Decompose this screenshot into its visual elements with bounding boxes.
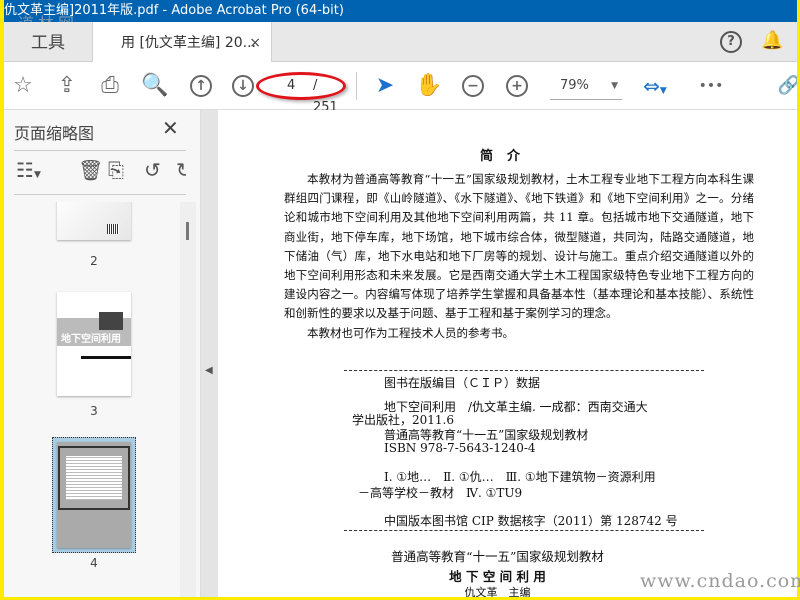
dashed-rule [344,370,704,371]
thumbnail-label: 3 [90,404,98,418]
print-icon[interactable]: ⎙ [95,72,125,100]
title-bar: 仇文革主编]2011年版.pdf - Adobe Acrobat Pro (64… [4,0,797,22]
zoom-in-icon[interactable]: + [506,75,528,97]
thumbnail-label: 2 [90,254,98,268]
panel-title: 页面缩略图 [14,124,95,143]
close-tab-icon[interactable]: × [249,22,261,64]
toolbar-divider [356,72,357,100]
cover-photo [99,312,123,330]
intro-text: 本教材为普通高等教育“十一五”国家级规划教材，土木工程专业地下工程方向本科生课群… [284,170,754,343]
notification-bell-icon[interactable]: 🔔 [761,30,783,51]
previous-page-icon[interactable]: ↑ [190,75,212,97]
link-icon[interactable]: 🔗 [774,72,797,100]
next-page-icon[interactable]: ↓ [232,75,254,97]
document-page: 简介 本教材为普通高等教育“十一五”国家级规划教材，土木工程专业地下工程方向本科… [218,110,797,597]
thumbnail-scrollbar[interactable] [180,202,196,597]
toolbar: ☆ ⇪ ⎙ 🔍 ↑ ↓ 4 / 251 ➤ ✋ − + 79% ▼ ⇔▼ •••… [4,62,797,115]
thumbnail-page-4-selected[interactable] [57,442,131,548]
paragraph: 本教材也可作为工程技术人员的参考书。 [307,325,514,340]
visible-area-box[interactable] [58,446,130,510]
thumbnail-page-3[interactable]: 地下空间利用 [57,292,131,396]
search-zoom-icon[interactable]: 🔍 [140,72,170,100]
cip-heading: 图书在版编目（ＣＩＰ）数据 [384,376,541,390]
cip-line: 中国版本图书馆 CIP 数据核字（2011）第 128742 号 [384,514,678,528]
cover-bar [81,356,131,359]
cip-line: －高等学校－教材 Ⅳ. ①TU9 [358,486,523,500]
tab-bar: 工具 用 [仇文革主编] 20... × ? 🔔 [4,22,797,63]
divider [14,150,186,151]
chevron-down-icon: ▼ [611,81,618,91]
delete-page-icon[interactable]: 🗑 [78,158,103,182]
cover-title: 地下空间利用 [61,334,121,345]
cip-line: ISBN 978-7-5643-1240-4 [384,441,536,455]
thumbnail-page-2[interactable] [57,202,131,240]
thumbnail-list: 2 地下空间利用 3 4 [14,202,180,597]
thumbnail-label: 4 [90,556,98,570]
tab-document[interactable]: 用 [仇文革主编] 20... × [92,22,272,63]
barcode-image [107,224,119,234]
fit-page-width-icon[interactable]: ⇔▼ [640,72,670,105]
collapse-arrow-icon: ◀ [205,365,213,376]
hand-tool-icon[interactable]: ✋ [414,72,444,100]
watermark-url: www.cndao.com [640,570,800,592]
series-line: 普通高等教育“十一五”国家级规划教材 [391,549,604,564]
page-heading: 简介 [480,149,535,164]
zoom-level-value: 79% [560,78,589,93]
upload-cloud-icon[interactable]: ⇪ [52,72,82,100]
page-thumbnails-panel: 页面缩略图 ✕ ☷▼ 🗑 ⎘ ↺ ↻ 2 地下空间利用 3 4 [4,110,200,597]
divider [14,194,186,195]
zoom-level-select[interactable]: 79% ▼ [550,74,622,100]
paragraph: 本教材为普通高等教育“十一五”国家级规划教材，土木工程专业地下工程方向本科生课群… [284,172,754,321]
rotate-counterclockwise-icon[interactable]: ↺ [144,158,161,182]
cip-line: Ⅰ. ①地… Ⅱ. ①仇… Ⅲ. ①地下建筑物－资源利用 [384,470,656,484]
help-icon[interactable]: ? [720,31,742,53]
current-page-input[interactable]: 4 [287,75,295,97]
dashed-rule [344,530,704,531]
bookmark-star-icon[interactable]: ☆ [8,72,38,100]
tab-document-label: 用 [仇文革主编] 20... [121,35,256,51]
select-cursor-icon[interactable]: ➤ [370,72,400,100]
more-tools-icon[interactable]: ••• [698,72,724,100]
close-panel-icon[interactable]: ✕ [162,116,179,140]
tab-tools[interactable]: 工具 [4,22,92,62]
thumbnail-options-icon[interactable]: ☷▼ [16,158,41,182]
insert-page-icon[interactable]: ⎘ [108,158,124,182]
page-number-field[interactable]: 4 / 251 [256,72,346,115]
acrobat-window: 仇文革主编]2011年版.pdf - Adobe Acrobat Pro (64… [4,0,797,597]
zoom-out-icon[interactable]: − [462,75,484,97]
rotate-clockwise-icon[interactable]: ↻ [176,158,186,182]
panel-collapse-handle[interactable]: ◀ [200,110,218,597]
scrollbar-thumb[interactable] [186,222,189,240]
